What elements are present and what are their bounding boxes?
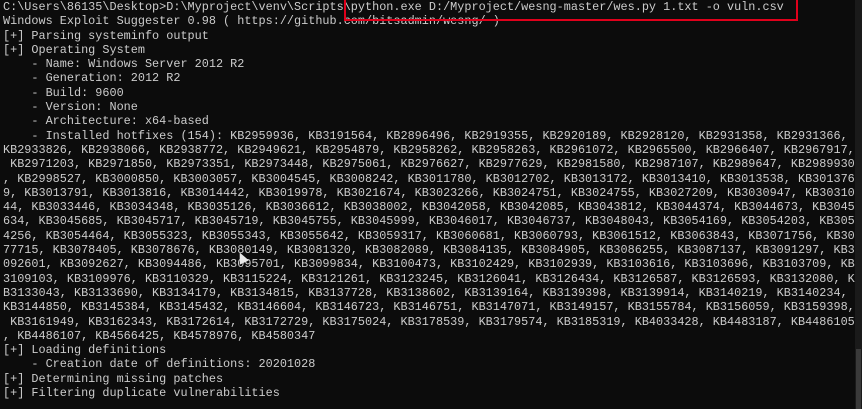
terminal-output[interactable]: C:\Users\86135\Desktop>D:\Myproject\venv…: [3, 0, 855, 409]
output-line: 4256, KB3054464, KB3055323, KB3055343, K…: [3, 228, 855, 243]
output-line: - Installed hotfixes (154): KB2959936, K…: [3, 128, 848, 143]
output-line: [+] Loading definitions: [3, 343, 167, 358]
output-line: 44, KB3033446, KB3034348, KB3035126, KB3…: [3, 200, 855, 215]
output-line: 77715, KB3078405, KB3078676, KB3080149, …: [3, 243, 855, 258]
scrollbar[interactable]: [855, 0, 862, 409]
output-line: , KB2998527, KB3000850, KB3003057, KB300…: [3, 171, 855, 186]
output-line: 3109103, KB3109976, KB3110329, KB3115224…: [3, 271, 855, 286]
output-line: KB3144850, KB3145384, KB3145432, KB31466…: [3, 300, 855, 315]
scrollbar-thumb[interactable]: [856, 349, 861, 409]
output-line: KB2933826, KB2938066, KB2938772, KB29496…: [3, 142, 855, 157]
output-line: KB3161949, KB3162343, KB3172614, KB31727…: [3, 314, 855, 329]
output-line: 092601, KB3092627, KB3094486, KB3095701,…: [3, 257, 855, 272]
output-line: Windows Exploit Suggester 0.98 ( https:/…: [3, 14, 500, 29]
output-line: B3133043, KB3133690, KB3134179, KB313481…: [3, 285, 848, 300]
output-line: - Architecture: x64-based: [3, 114, 209, 129]
output-line: [+] Filtering duplicate vulnerabilities: [3, 386, 280, 401]
command-line: C:\Users\86135\Desktop>D:\Myproject\venv…: [3, 0, 784, 14]
output-line: , KB4486107, KB4566425, KB4578976, KB458…: [3, 328, 316, 343]
output-line: - Creation date of definitions: 20201028: [3, 357, 316, 372]
output-line: - Generation: 2012 R2: [3, 71, 181, 86]
output-line: - Version: None: [3, 100, 138, 115]
output-line: KB2971203, KB2971850, KB2973351, KB29734…: [3, 157, 855, 172]
output-line: 9, KB3013791, KB3013816, KB3014442, KB30…: [3, 185, 855, 200]
output-line: [+] Determining missing patches: [3, 371, 224, 386]
output-line: [+] Parsing systeminfo output: [3, 28, 209, 43]
output-line: - Build: 9600: [3, 85, 124, 100]
output-line: - Name: Windows Server 2012 R2: [3, 57, 245, 72]
output-line: [+] Operating System: [3, 42, 145, 57]
output-line: 634, KB3045685, KB3045717, KB3045719, KB…: [3, 214, 855, 229]
